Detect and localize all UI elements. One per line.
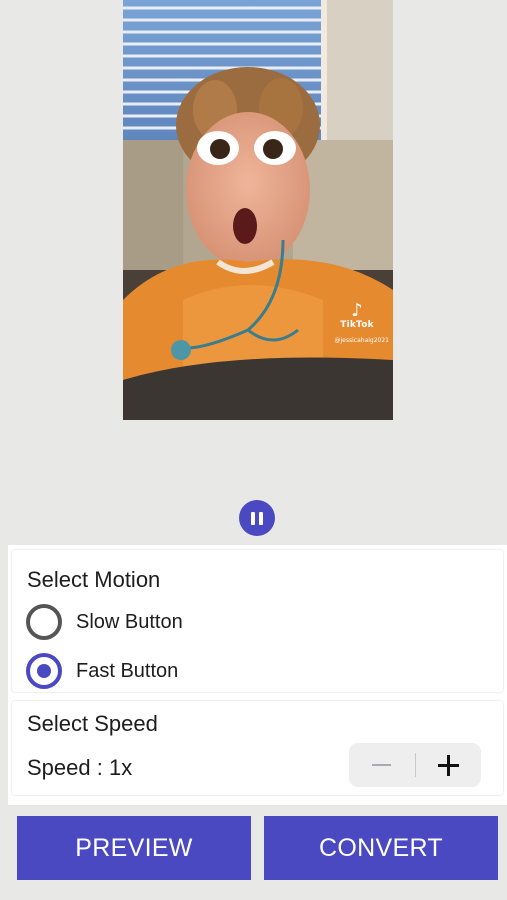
video-preview[interactable]: ♪ TikTok @jessicahaig2021 — [123, 0, 393, 420]
convert-button[interactable]: CONVERT — [264, 816, 498, 880]
tiktok-logo-icon: ♪ — [351, 300, 363, 321]
decrement-button[interactable] — [349, 743, 415, 787]
slow-motion-option[interactable]: Slow Button — [26, 604, 183, 640]
pause-icon-bar — [259, 511, 263, 525]
plus-icon — [437, 754, 459, 776]
increment-button[interactable] — [416, 743, 482, 787]
pause-icon — [251, 511, 255, 525]
fast-motion-option[interactable]: Fast Button — [26, 653, 178, 689]
speed-value: Speed : 1x — [27, 755, 133, 780]
options-panel: Select Motion Slow Button Fast Button Se… — [8, 545, 507, 805]
slow-radio[interactable] — [26, 604, 62, 640]
video-frame-image — [123, 0, 393, 420]
tiktok-watermark-text: TikTok — [340, 320, 374, 330]
fast-label: Fast Button — [76, 659, 179, 682]
pause-button[interactable] — [239, 500, 275, 536]
speed-stepper[interactable] — [349, 743, 481, 787]
motion-card: Select Motion Slow Button Fast Button — [12, 550, 503, 692]
motion-title: Select Motion — [27, 567, 161, 592]
preview-button[interactable]: PREVIEW — [17, 816, 251, 880]
minus-icon — [372, 764, 392, 766]
fast-radio[interactable] — [26, 653, 62, 689]
speed-card: Select Speed Speed : 1x — [12, 701, 503, 795]
tiktok-watermark: ♪ TikTok — [327, 300, 387, 331]
speed-title: Select Speed — [27, 711, 158, 736]
tiktok-handle: @jessicahaig2021 — [334, 337, 389, 344]
slow-label: Slow Button — [76, 610, 183, 633]
